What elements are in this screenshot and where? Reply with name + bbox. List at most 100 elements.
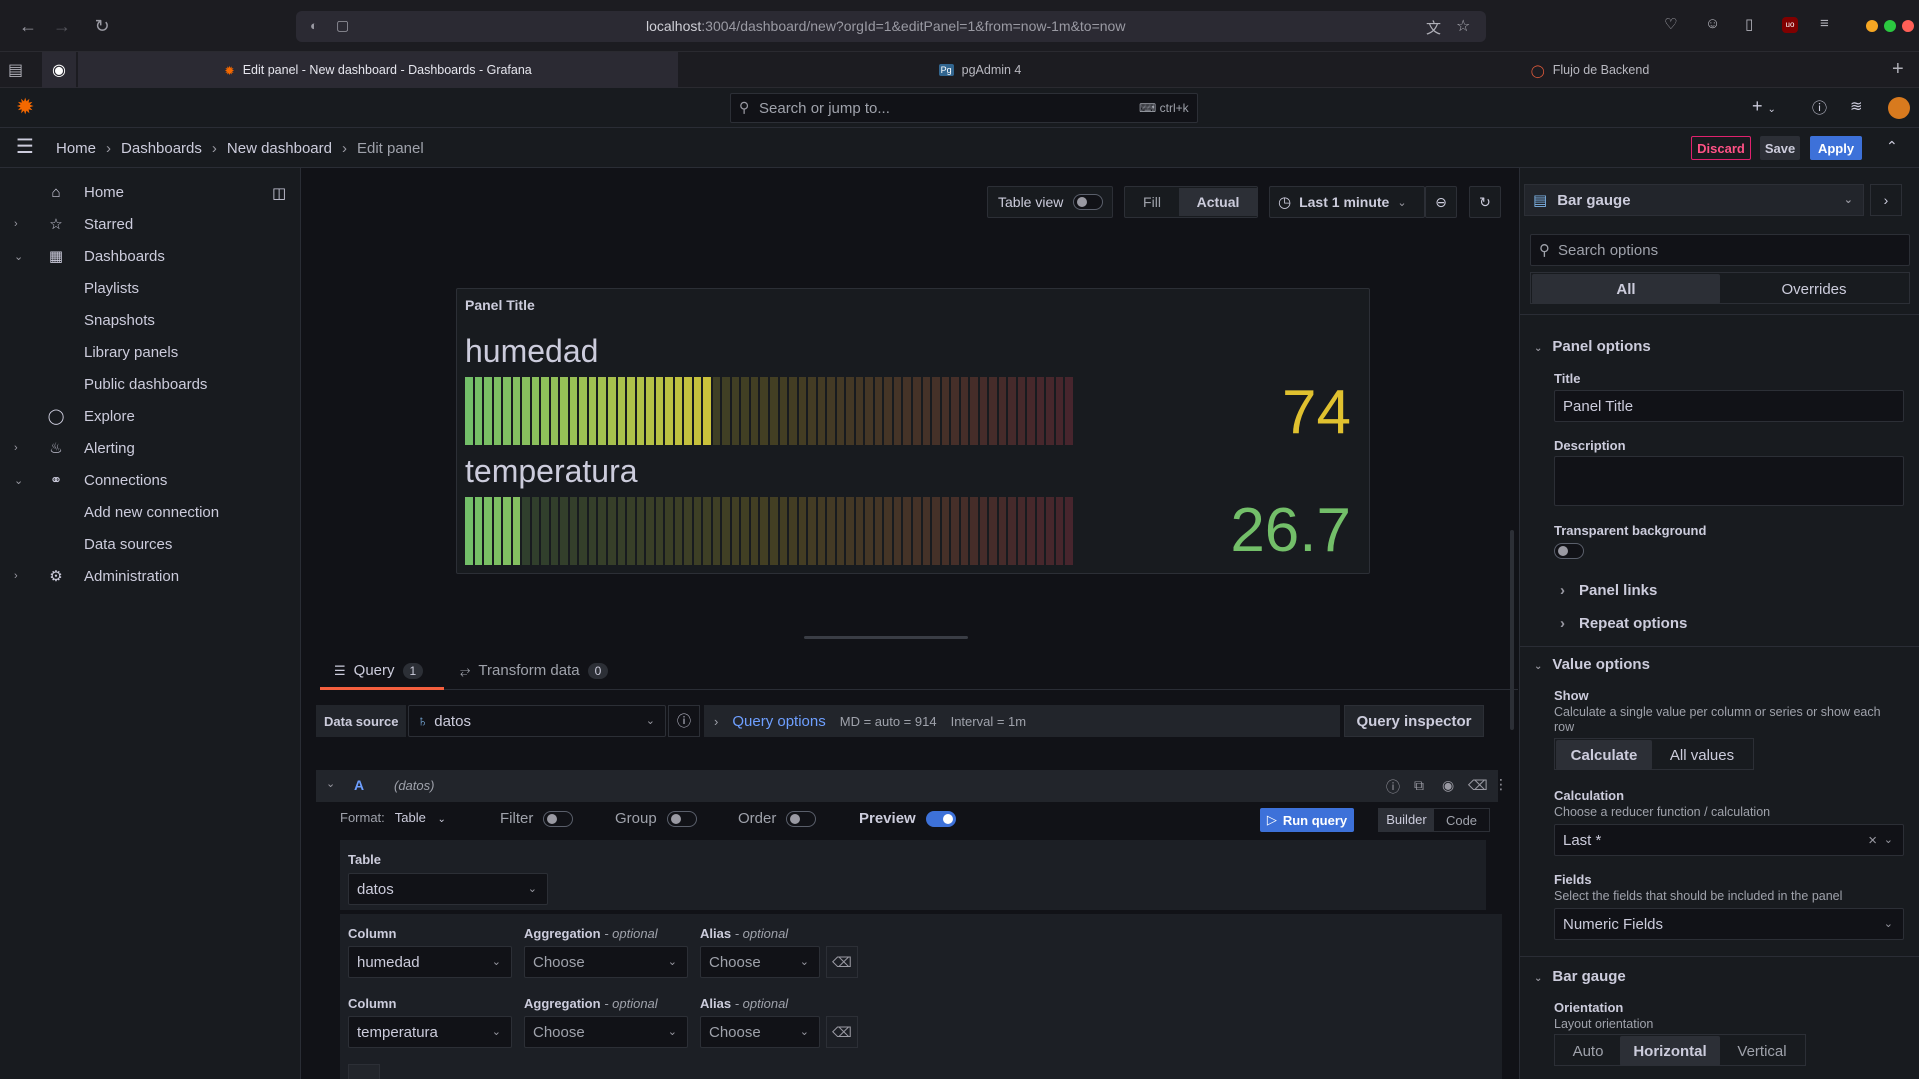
sidebar-item-playlists[interactable]: Playlists	[0, 272, 300, 304]
reload-icon[interactable]: ↻	[88, 12, 116, 40]
main-scrollbar[interactable]	[1510, 530, 1514, 730]
table-select[interactable]: datos ⌄	[348, 873, 548, 905]
format-select[interactable]: Table ⌄	[395, 810, 446, 825]
zoom-out-button[interactable]: ⊖	[1425, 186, 1457, 218]
forward-icon[interactable]: →	[48, 12, 76, 40]
chevron-down-icon[interactable]: ⌄	[14, 474, 23, 487]
chevron-right-icon[interactable]: ›	[14, 442, 18, 454]
tab-transform[interactable]: ⥂ Transform data 0	[460, 662, 609, 679]
alias-select[interactable]: Choose ⌄	[700, 946, 820, 978]
fields-select[interactable]: Numeric Fields ⌄	[1554, 908, 1904, 940]
orientation-auto[interactable]: Auto	[1556, 1036, 1620, 1066]
transparent-switch[interactable]	[1554, 543, 1584, 560]
value-options-header[interactable]: ⌄ Value options	[1534, 656, 1650, 673]
apply-button[interactable]: Apply	[1810, 136, 1862, 160]
table-view-switch[interactable]	[1073, 194, 1104, 210]
tab-flujo[interactable]: ◯ Flujo de Backend	[1280, 52, 1900, 88]
collapse-options-button[interactable]: ›	[1870, 184, 1902, 216]
ublock-icon[interactable]: uo	[1782, 17, 1798, 33]
aggregation-select[interactable]: Choose ⌄	[524, 1016, 688, 1048]
panel-options-header[interactable]: ⌄ Panel options	[1534, 338, 1651, 355]
close-dot[interactable]	[1902, 20, 1914, 32]
tab-query[interactable]: ☰ Query 1	[334, 662, 424, 679]
url-bar[interactable]: ◐ ▢ localhost:3004/dashboard/new?orgId=1…	[296, 11, 1486, 42]
news-icon[interactable]: ≋	[1850, 97, 1863, 115]
collapse-icon[interactable]: ⌄	[326, 777, 335, 790]
sidebar-item-administration[interactable]: › ⚙ Administration	[0, 560, 300, 592]
avatar[interactable]	[1888, 97, 1910, 119]
preview-switch[interactable]	[925, 810, 956, 827]
new-tab-icon[interactable]: +	[1892, 58, 1904, 81]
sidebar-item-add-new-connection[interactable]: Add new connection	[0, 496, 300, 528]
all-values-option[interactable]: All values	[1652, 740, 1752, 770]
bar-gauge-panel[interactable]: Panel Title humedad 74 temperatura 26.7	[456, 288, 1370, 574]
eye-icon[interactable]: ◉	[1442, 777, 1454, 794]
repeat-options-header[interactable]: › Repeat options	[1560, 615, 1687, 632]
query-options-link[interactable]: Query options	[732, 713, 825, 730]
menu-toggle-icon[interactable]: ☰	[16, 137, 34, 157]
minimize-dot[interactable]	[1866, 20, 1878, 32]
orientation-vertical[interactable]: Vertical	[1720, 1036, 1804, 1066]
chevron-right-icon[interactable]: ›	[14, 218, 18, 230]
all-tab[interactable]: All	[1532, 274, 1720, 304]
query-options-bar[interactable]: › Query options MD = auto = 914 Interval…	[704, 705, 1340, 737]
menu-icon[interactable]: ≡	[1820, 15, 1829, 32]
transparent-toggle[interactable]	[1554, 542, 1584, 560]
filter-switch[interactable]	[543, 810, 574, 827]
sidebar-item-snapshots[interactable]: Snapshots	[0, 304, 300, 336]
github-pinned-tab[interactable]: ◉	[42, 52, 76, 88]
search-input[interactable]: ⚲ Search or jump to... ⌨ ctrl+k	[730, 93, 1198, 123]
query-ref-id[interactable]: A	[354, 777, 364, 793]
fill-button[interactable]: Fill	[1125, 194, 1179, 210]
shield-icon[interactable]: ◐	[310, 18, 318, 33]
column-select[interactable]: temperatura ⌄	[348, 1016, 512, 1048]
calculation-select[interactable]: Last * × ⌄	[1554, 824, 1904, 856]
tab-grafana[interactable]: ✹ Edit panel - New dashboard - Dashboard…	[78, 52, 678, 88]
extensions-icon[interactable]: ▯	[1745, 15, 1753, 33]
trash-icon[interactable]: ⌫	[1468, 777, 1488, 794]
datasource-picker[interactable]: ♄ datos ⌄	[408, 705, 666, 737]
drag-handle-icon[interactable]: ⋮	[1494, 776, 1508, 793]
discard-button[interactable]: Discard	[1691, 136, 1751, 160]
orientation-horizontal[interactable]: Horizontal	[1620, 1036, 1720, 1066]
sidebar-item-library-panels[interactable]: Library panels	[0, 336, 300, 368]
title-input[interactable]: Panel Title	[1554, 390, 1904, 422]
delete-column-button[interactable]: ⌫	[826, 1016, 858, 1048]
translate-icon[interactable]: 文	[1426, 17, 1441, 38]
visualization-picker[interactable]: ▤ Bar gauge ⌄	[1524, 184, 1864, 216]
table-view-toggle[interactable]: Table view	[987, 186, 1113, 218]
sidebar-item-starred[interactable]: › ☆ Starred	[0, 208, 300, 240]
order-switch[interactable]	[786, 810, 817, 827]
preview-toggle[interactable]: Preview	[859, 810, 956, 827]
actual-button[interactable]: Actual	[1179, 188, 1257, 216]
column-select[interactable]: humedad ⌄	[348, 946, 512, 978]
help-icon[interactable]: ⓘ	[1386, 777, 1400, 797]
resize-handle[interactable]	[804, 636, 968, 639]
builder-mode-button[interactable]: Builder	[1379, 809, 1434, 831]
description-textarea[interactable]	[1554, 456, 1904, 506]
sidebar-item-connections[interactable]: ⌄ ⚭ Connections	[0, 464, 300, 496]
datasource-help-button[interactable]: ⓘ	[668, 705, 700, 737]
chevron-up-icon[interactable]: ⌃	[1886, 138, 1898, 155]
tab-manager-icon[interactable]: ▤	[8, 60, 23, 80]
url-text[interactable]: localhost:3004/dashboard/new?orgId=1&edi…	[646, 18, 1125, 34]
duplicate-icon[interactable]: ⧉	[1414, 777, 1424, 794]
back-icon[interactable]: ←	[14, 12, 42, 40]
calculate-option[interactable]: Calculate	[1556, 740, 1652, 770]
sidebar-item-home[interactable]: ⌂ Home	[0, 176, 300, 208]
sidebar-item-data-sources[interactable]: Data sources	[0, 528, 300, 560]
chevron-right-icon[interactable]: ›	[14, 570, 18, 582]
chevron-down-icon[interactable]: ⌄	[14, 250, 23, 263]
run-query-button[interactable]: ▷ Run query	[1260, 808, 1354, 832]
bar-gauge-section-header[interactable]: ⌄ Bar gauge	[1534, 968, 1626, 985]
breadcrumb-new-dashboard[interactable]: New dashboard	[227, 140, 332, 157]
sidebar-item-explore[interactable]: ◯ Explore	[0, 400, 300, 432]
bookmark-star-icon[interactable]: ☆	[1456, 16, 1470, 36]
overrides-tab[interactable]: Overrides	[1720, 274, 1908, 304]
maximize-dot[interactable]	[1884, 20, 1896, 32]
sidebar-item-dashboards[interactable]: ⌄ ▦ Dashboards	[0, 240, 300, 272]
tab-pgadmin[interactable]: Pg pgAdmin 4	[680, 52, 1280, 88]
delete-column-button[interactable]: ⌫	[826, 946, 858, 978]
help-icon[interactable]: ⓘ	[1812, 97, 1827, 118]
grafana-logo-icon[interactable]: ✹	[16, 96, 34, 118]
